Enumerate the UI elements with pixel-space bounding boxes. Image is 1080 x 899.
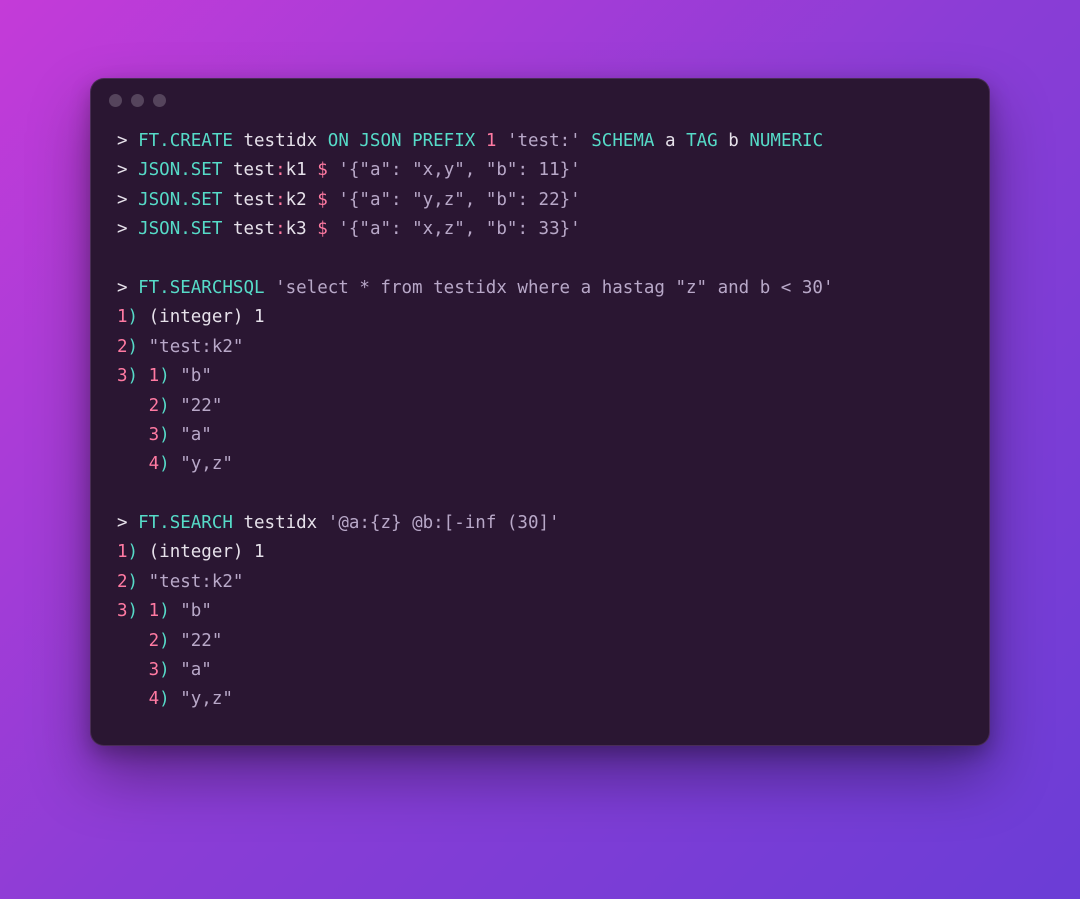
result-line: 1) (integer) 1 (117, 542, 265, 562)
result-line: 3) 1) "b" (117, 366, 212, 386)
result-line: 2) "test:k2" (117, 337, 243, 357)
result-line: 3) "a" (117, 425, 212, 445)
window-min-dot[interactable] (131, 94, 144, 107)
result-line: 1) (integer) 1 (117, 307, 265, 327)
result-line: 4) "y,z" (117, 689, 233, 709)
line: > JSON.SET test:k1 $ '{"a": "x,y", "b": … (117, 160, 581, 180)
result-line: 2) "test:k2" (117, 572, 243, 592)
line: > FT.SEARCHSQL 'select * from testidx wh… (117, 278, 833, 298)
terminal-body[interactable]: > FT.CREATE testidx ON JSON PREFIX 1 'te… (91, 121, 989, 745)
result-line: 4) "y,z" (117, 454, 233, 474)
result-line: 3) 1) "b" (117, 601, 212, 621)
line: > JSON.SET test:k3 $ '{"a": "x,z", "b": … (117, 219, 581, 239)
terminal-window: > FT.CREATE testidx ON JSON PREFIX 1 'te… (90, 78, 990, 746)
result-line: 3) "a" (117, 660, 212, 680)
result-line: 2) "22" (117, 396, 222, 416)
line: > FT.CREATE testidx ON JSON PREFIX 1 'te… (117, 131, 823, 151)
window-close-dot[interactable] (109, 94, 122, 107)
line: > JSON.SET test:k2 $ '{"a": "y,z", "b": … (117, 190, 581, 210)
result-line: 2) "22" (117, 631, 222, 651)
line: > FT.SEARCH testidx '@a:{z} @b:[-inf (30… (117, 513, 560, 533)
titlebar (91, 79, 989, 121)
window-max-dot[interactable] (153, 94, 166, 107)
